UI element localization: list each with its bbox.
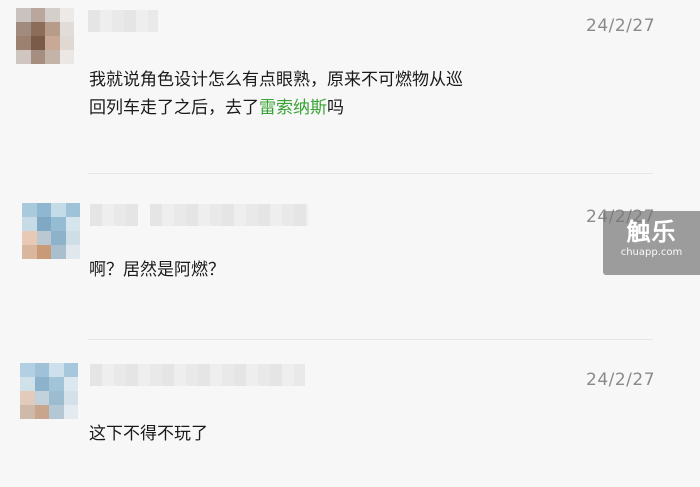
- comment-date: 24/2/27: [586, 370, 656, 390]
- avatar-mosaic-cell: [34, 377, 49, 391]
- avatar-mosaic-cell: [22, 245, 37, 259]
- avatar-mosaic-cell: [51, 245, 66, 259]
- avatar-mosaic-cell: [49, 405, 64, 419]
- avatar-mosaic-cell: [20, 363, 35, 377]
- comment-text: 我就说角色设计怎么有点眼熟，原来不可燃物从巡 回列车走了之后，去了雷索纳斯吗: [89, 66, 559, 122]
- avatar-mosaic-cell: [63, 405, 78, 419]
- avatar-mosaic-cell: [49, 363, 64, 377]
- avatar-mosaic-cell: [22, 203, 37, 217]
- avatar-mosaic-cell: [36, 203, 51, 217]
- avatar-mosaic-cell: [49, 391, 64, 405]
- avatar-mosaic-cell: [36, 245, 51, 259]
- avatar-mosaic-cell: [63, 377, 78, 391]
- avatar-mosaic-cell: [16, 36, 31, 50]
- comment-text: 啊？居然是阿燃？: [89, 260, 225, 280]
- username-blurred[interactable]: [90, 364, 305, 386]
- avatar-mosaic-cell: [45, 8, 60, 22]
- avatar-mosaic-cell: [63, 391, 78, 405]
- divider: [88, 173, 653, 174]
- avatar-mosaic-cell: [45, 36, 60, 50]
- avatar-mosaic-cell: [45, 50, 60, 64]
- avatar[interactable]: [22, 203, 80, 259]
- username-blurred-2: [150, 204, 308, 226]
- avatar-mosaic-cell: [34, 391, 49, 405]
- avatar-mosaic-cell: [51, 217, 66, 231]
- avatar-mosaic-cell: [65, 245, 80, 259]
- avatar-mosaic-cell: [51, 203, 66, 217]
- avatar-mosaic-cell: [36, 217, 51, 231]
- comment-date: 24/2/27: [586, 16, 656, 36]
- avatar-mosaic-cell: [30, 36, 45, 50]
- comment-text-line1: 我就说角色设计怎么有点眼熟，原来不可燃物从巡: [89, 70, 463, 90]
- avatar-mosaic-cell: [65, 231, 80, 245]
- avatar-mosaic-cell: [34, 405, 49, 419]
- avatar-mosaic-cell: [36, 231, 51, 245]
- avatar-mosaic-cell: [49, 377, 64, 391]
- avatar-mosaic-cell: [30, 22, 45, 36]
- avatar-mosaic-cell: [30, 50, 45, 64]
- avatar-mosaic-cell: [20, 377, 35, 391]
- avatar-mosaic-cell: [16, 22, 31, 36]
- avatar-mosaic-cell: [22, 231, 37, 245]
- avatar-mosaic-cell: [65, 203, 80, 217]
- avatar-mosaic-cell: [59, 50, 74, 64]
- avatar-mosaic-cell: [22, 217, 37, 231]
- divider: [88, 339, 653, 340]
- watermark-logo: 触乐: [626, 218, 677, 246]
- topic-link[interactable]: 雷索纳斯: [259, 98, 327, 118]
- avatar-mosaic-cell: [63, 363, 78, 377]
- comment-text-line2: 回列车走了之后，去了: [89, 98, 259, 118]
- avatar-mosaic-cell: [20, 405, 35, 419]
- username-blurred[interactable]: [90, 204, 138, 226]
- watermark-url: chuapp.com: [620, 247, 683, 258]
- avatar-mosaic-cell: [59, 36, 74, 50]
- avatar-mosaic-cell: [51, 231, 66, 245]
- avatar-mosaic-cell: [59, 22, 74, 36]
- avatar-mosaic-cell: [59, 8, 74, 22]
- avatar-mosaic-cell: [20, 391, 35, 405]
- avatar-mosaic-cell: [65, 217, 80, 231]
- avatar-mosaic-cell: [16, 8, 31, 22]
- chuapp-watermark: 触乐 chuapp.com: [603, 211, 700, 275]
- avatar-mosaic-cell: [30, 8, 45, 22]
- avatar-mosaic-cell: [45, 22, 60, 36]
- avatar[interactable]: [16, 8, 74, 64]
- avatar[interactable]: [20, 363, 78, 419]
- comment-text: 这下不得不玩了: [89, 424, 208, 444]
- avatar-mosaic-cell: [34, 363, 49, 377]
- comment-text-end: 吗: [327, 98, 344, 118]
- avatar-mosaic-cell: [16, 50, 31, 64]
- username-blurred[interactable]: [88, 10, 158, 32]
